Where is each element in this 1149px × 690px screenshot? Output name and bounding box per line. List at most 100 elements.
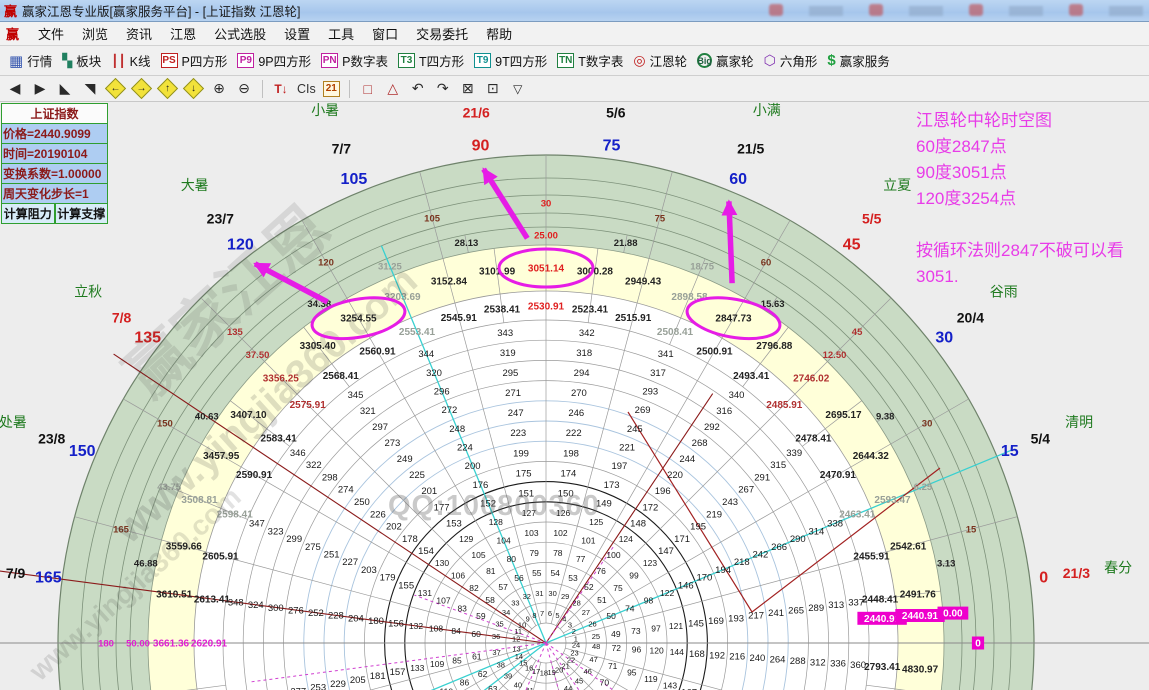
toolbar-9t-square-button[interactable]: T99T四方形 bbox=[474, 51, 547, 70]
toolbar-winner-wheel-button[interactable]: Big赢家轮 bbox=[697, 51, 754, 70]
menu-browse[interactable]: 浏览 bbox=[82, 24, 108, 43]
svg-text:0.00: 0.00 bbox=[943, 609, 963, 620]
rotate-ccw-button[interactable]: ↶ bbox=[409, 79, 427, 99]
svg-text:76: 76 bbox=[596, 566, 606, 576]
toolbar-p-table-button[interactable]: PNP数字表 bbox=[321, 51, 388, 70]
shrink-button[interactable]: ⊡ bbox=[484, 79, 502, 99]
toolbar-winner-service-button[interactable]: $赢家服务 bbox=[827, 51, 889, 70]
svg-text:84: 84 bbox=[451, 626, 461, 636]
menu-help[interactable]: 帮助 bbox=[486, 24, 512, 43]
svg-text:120: 120 bbox=[650, 646, 664, 656]
pointer-arrow bbox=[729, 201, 732, 283]
svg-text:2545.91: 2545.91 bbox=[441, 313, 478, 324]
zoom-in-button[interactable]: ⊕ bbox=[210, 79, 228, 99]
svg-text:156: 156 bbox=[388, 619, 404, 630]
svg-text:271: 271 bbox=[505, 388, 521, 399]
cls-button[interactable]: CIs bbox=[297, 79, 316, 99]
toolbar-p-square-button[interactable]: PSP四方形 bbox=[161, 51, 228, 70]
svg-text:175: 175 bbox=[516, 468, 532, 479]
draw-square-button[interactable]: □ bbox=[359, 79, 377, 99]
calc-support-button[interactable]: 计算支撑 bbox=[55, 204, 109, 224]
svg-text:150: 150 bbox=[157, 418, 173, 429]
zoom-out-button[interactable]: ⊖ bbox=[235, 79, 253, 99]
svg-text:340: 340 bbox=[729, 390, 745, 401]
menu-tools[interactable]: 工具 bbox=[328, 24, 354, 43]
toolbar-t-table-button[interactable]: TNT数字表 bbox=[557, 51, 623, 70]
svg-text:313: 313 bbox=[828, 600, 844, 611]
svg-text:97: 97 bbox=[651, 624, 661, 634]
svg-text:37.50: 37.50 bbox=[246, 350, 270, 361]
annotation-line bbox=[916, 212, 1124, 238]
toolbar-quotes-button[interactable]: ▦行情 bbox=[9, 51, 52, 70]
rotate-left-button[interactable]: ◣ bbox=[56, 79, 74, 99]
svg-text:105: 105 bbox=[341, 171, 368, 188]
svg-text:194: 194 bbox=[715, 565, 731, 576]
svg-text:103: 103 bbox=[524, 528, 538, 538]
svg-text:144: 144 bbox=[670, 647, 684, 657]
svg-text:3: 3 bbox=[568, 620, 572, 629]
svg-text:197: 197 bbox=[611, 461, 627, 472]
svg-text:48: 48 bbox=[592, 642, 600, 651]
svg-text:204: 204 bbox=[348, 613, 364, 624]
svg-text:7/8: 7/8 bbox=[112, 309, 132, 325]
expand-button[interactable]: ⊠ bbox=[459, 79, 477, 99]
svg-text:157: 157 bbox=[390, 667, 406, 678]
sectors-blocks-icon: ▚ bbox=[62, 53, 72, 69]
svg-text:196: 196 bbox=[655, 486, 671, 497]
svg-text:2440.91: 2440.91 bbox=[864, 614, 901, 625]
svg-text:251: 251 bbox=[324, 550, 340, 561]
menu-file[interactable]: 文件 bbox=[38, 24, 64, 43]
svg-text:150: 150 bbox=[69, 443, 96, 460]
rotate-right-button[interactable]: ◥ bbox=[81, 79, 99, 99]
toolbar-9p-square-button[interactable]: P99P四方形 bbox=[237, 51, 311, 70]
svg-text:2560.91: 2560.91 bbox=[359, 347, 396, 358]
svg-text:123: 123 bbox=[643, 558, 657, 568]
menu-trade[interactable]: 交易委托 bbox=[416, 24, 468, 43]
svg-text:145: 145 bbox=[688, 619, 704, 630]
pan-left-button[interactable]: ← bbox=[105, 78, 126, 99]
svg-text:222: 222 bbox=[566, 428, 582, 439]
menu-bar: 赢 文件 浏览 资讯 江恩 公式选股 设置 工具 窗口 交易委托 帮助 bbox=[0, 22, 1149, 46]
calc-resistance-button[interactable]: 计算阻力 bbox=[1, 204, 55, 224]
menu-window[interactable]: 窗口 bbox=[372, 24, 398, 43]
toolbar-hexagon-button[interactable]: ⬡六角形 bbox=[764, 51, 818, 70]
toolbar-kline-button[interactable]: ┃┃K线 bbox=[111, 51, 150, 70]
instrument-name: 上证指数 bbox=[1, 103, 108, 124]
svg-text:20/4: 20/4 bbox=[957, 309, 984, 325]
svg-text:40: 40 bbox=[514, 680, 522, 689]
svg-text:146: 146 bbox=[678, 580, 694, 591]
forward-button[interactable]: ▶ bbox=[31, 79, 49, 99]
toolbar-sectors-button[interactable]: ▚板块 bbox=[62, 51, 101, 70]
pan-up-button[interactable]: ↑ bbox=[157, 78, 178, 99]
menu-formula-stockpick[interactable]: 公式选股 bbox=[214, 24, 266, 43]
svg-text:203: 203 bbox=[361, 565, 377, 576]
svg-text:49: 49 bbox=[611, 629, 621, 639]
menu-settings[interactable]: 设置 bbox=[284, 24, 310, 43]
t-down-button[interactable]: T↓ bbox=[272, 79, 290, 99]
svg-text:342: 342 bbox=[579, 328, 595, 339]
svg-text:216: 216 bbox=[729, 652, 745, 663]
svg-text:7/7: 7/7 bbox=[332, 141, 352, 157]
pan-down-button[interactable]: ↓ bbox=[183, 78, 204, 99]
svg-text:86: 86 bbox=[460, 678, 470, 688]
pan-right-button[interactable]: → bbox=[131, 78, 152, 99]
calendar-button[interactable]: 21 bbox=[323, 81, 340, 97]
svg-text:77: 77 bbox=[576, 554, 586, 564]
svg-text:23: 23 bbox=[570, 648, 578, 657]
menu-gann[interactable]: 江恩 bbox=[170, 24, 196, 43]
svg-text:172: 172 bbox=[642, 502, 658, 513]
svg-text:246: 246 bbox=[568, 408, 584, 419]
svg-text:0: 0 bbox=[975, 639, 981, 650]
funnel-button[interactable]: ▽ bbox=[509, 79, 527, 99]
back-button[interactable]: ◀ bbox=[6, 79, 24, 99]
draw-triangle-button[interactable]: △ bbox=[384, 79, 402, 99]
toolbar-t-square-button[interactable]: T3T四方形 bbox=[398, 51, 464, 70]
annotation-line: 3051. bbox=[916, 264, 1124, 290]
svg-text:2583.41: 2583.41 bbox=[261, 433, 298, 444]
svg-text:大暑: 大暑 bbox=[181, 177, 209, 193]
toolbar-gann-wheel-button[interactable]: ◎江恩轮 bbox=[633, 51, 687, 70]
rotate-cw-button[interactable]: ↷ bbox=[434, 79, 452, 99]
menu-news[interactable]: 资讯 bbox=[126, 24, 152, 43]
svg-text:289: 289 bbox=[808, 603, 824, 614]
svg-text:291: 291 bbox=[754, 472, 770, 483]
